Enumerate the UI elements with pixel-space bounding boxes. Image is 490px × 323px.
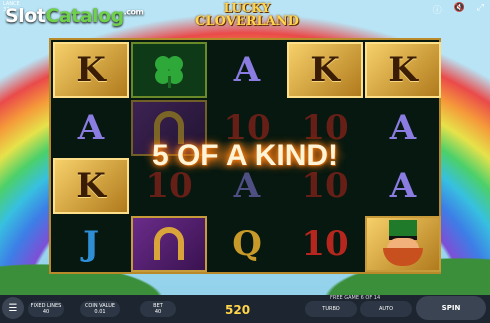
watermark-accent: Catalog [45,5,124,27]
bet-control[interactable]: BET 40 [140,301,176,317]
auto-button[interactable]: AUTO [360,301,412,317]
clover-icon [155,56,183,88]
sound-icon[interactable]: 🔇 [454,3,465,16]
reel-symbol-10: 10 [301,224,349,264]
spin-button[interactable]: SPIN [416,296,486,320]
horseshoe-icon [154,227,184,260]
reel-symbol-a: A [233,50,261,90]
reel-symbol-k: K [287,42,363,98]
top-icons: ⓘ 🔇 ⤢ [433,3,484,16]
game-title-line2: CLOVERLAND [195,14,299,29]
reel-symbol-q: Q [232,224,262,264]
reel-symbol-j: J [82,224,100,264]
leprechaun-icon [367,218,439,270]
watermark-logo: SlotCatalog.com [5,5,144,27]
auto-label: AUTO [378,306,394,312]
win-amount: 520 [225,303,251,317]
spin-label: SPIN [441,304,461,312]
fullscreen-icon[interactable]: ⤢ [477,3,484,16]
fixed-lines-value: 40 [42,309,50,315]
coin-value-value: 0.01 [94,309,106,315]
coin-value-control[interactable]: COIN VALUE 0.01 [80,301,120,317]
bottom-bar: ☰ FIXED LINES 40 COIN VALUE 0.01 BET 40 … [0,295,490,323]
menu-button[interactable]: ☰ [2,297,24,319]
clover-symbol [131,42,207,98]
watermark-brand: Slot [5,5,46,27]
bet-value: 40 [154,309,162,315]
reel-symbol-k: K [365,42,441,98]
horseshoe-symbol [131,216,207,272]
win-message: 5 OF A KIND! [95,134,395,178]
reel-symbol-k: K [53,42,129,98]
turbo-button[interactable]: TURBO [305,301,357,317]
turbo-label: TURBO [322,306,340,312]
fixed-lines-display: FIXED LINES 40 [28,301,64,317]
info-icon[interactable]: ⓘ [433,3,442,16]
game-title: LUCKY CLOVERLAND [188,2,306,36]
menu-icon: ☰ [8,302,18,314]
watermark-suffix: .com [123,7,144,17]
leprechaun-symbol [365,216,441,272]
